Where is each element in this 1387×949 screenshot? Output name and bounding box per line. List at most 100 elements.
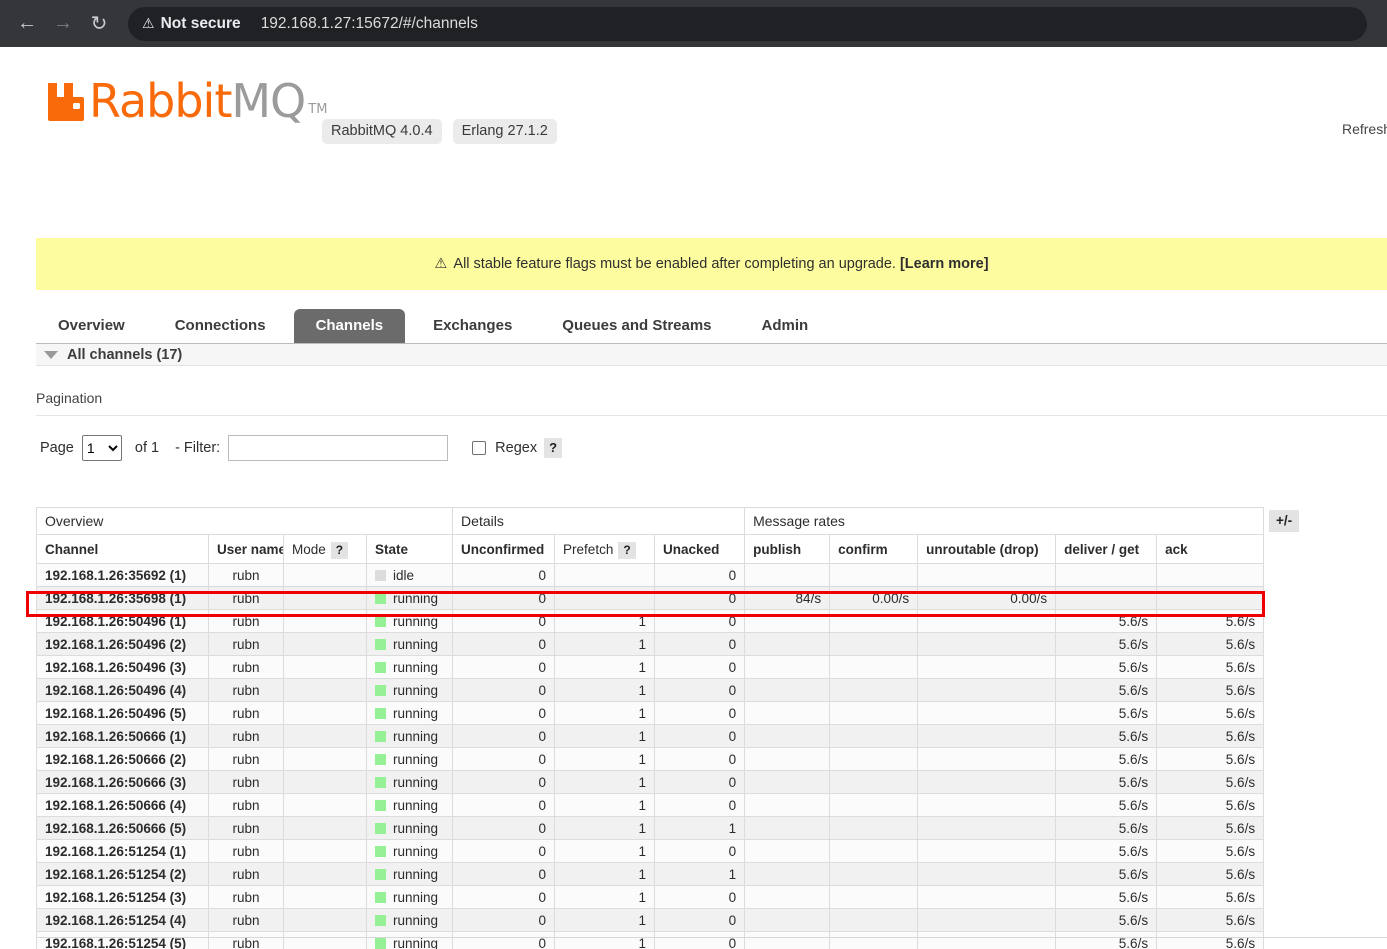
filter-input[interactable] xyxy=(228,435,449,461)
table-row[interactable]: 192.168.1.26:51254 (2) rubn running 0 1 1 5.6/… xyxy=(36,862,1265,886)
cell-confirm-rate: 0.00/s xyxy=(829,586,919,610)
table-row[interactable]: 192.168.1.26:50496 (5) rubn running 0 1 0 5.6/… xyxy=(36,701,1265,725)
cell-ack-rate: 5.6/s xyxy=(1156,655,1265,679)
col-state-label: State xyxy=(375,541,409,557)
cell-channel: 192.168.1.26:50496 (5) xyxy=(36,701,209,725)
cell-deliver-get-rate: 5.6/s xyxy=(1055,701,1158,725)
cell-publish-rate xyxy=(744,793,831,817)
cell-prefetch: 1 xyxy=(554,908,656,932)
table-row[interactable]: 192.168.1.26:50496 (1) rubn running 0 1 0 5.6/… xyxy=(36,609,1265,633)
cell-unacked: 0 xyxy=(654,609,746,633)
cell-ack-rate: 5.6/s xyxy=(1156,770,1265,794)
back-icon[interactable]: ← xyxy=(10,7,44,41)
tab-exchanges[interactable]: Exchanges xyxy=(411,309,534,343)
learn-more-link[interactable]: [Learn more] xyxy=(900,256,989,272)
col-ack[interactable]: ack xyxy=(1156,534,1265,564)
cell-unroutable-rate xyxy=(917,793,1057,817)
cell-user-name: rubn xyxy=(208,632,284,656)
rabbitmq-logo[interactable]: Rabbit MQ TM xyxy=(46,74,328,128)
triangle-down-icon[interactable] xyxy=(44,350,58,359)
cell-state: running xyxy=(365,747,454,771)
cell-ack-rate: 5.6/s xyxy=(1156,747,1265,771)
table-row[interactable]: 192.168.1.26:50666 (4) rubn running 0 1 0 5.6/… xyxy=(36,793,1265,817)
cell-state: running xyxy=(365,770,454,794)
table-row[interactable]: 192.168.1.26:50496 (2) rubn running 0 1 0 5.6/… xyxy=(36,632,1265,656)
table-row[interactable]: 192.168.1.26:51254 (1) rubn running 0 1 0 5.6/… xyxy=(36,839,1265,863)
table-row[interactable]: 192.168.1.26:35698 (1) rubn running 0 0 84/s 0… xyxy=(36,586,1265,610)
state-indicator-icon xyxy=(375,845,386,857)
cell-unroutable-rate xyxy=(917,701,1057,725)
state-indicator-icon xyxy=(375,592,386,604)
cell-confirm-rate xyxy=(829,632,919,656)
cell-prefetch: 1 xyxy=(554,839,656,863)
col-state[interactable]: State xyxy=(365,534,454,564)
cell-deliver-get-rate: 5.6/s xyxy=(1055,862,1158,886)
col-deliver-get-label: deliver / get xyxy=(1064,541,1140,557)
cell-unacked: 0 xyxy=(654,586,746,610)
cell-unroutable-rate xyxy=(917,632,1057,656)
cell-unroutable-rate xyxy=(917,563,1057,587)
cell-user-name: rubn xyxy=(208,655,284,679)
cell-unacked: 0 xyxy=(654,747,746,771)
table-row[interactable]: 192.168.1.26:50666 (2) rubn running 0 1 0 5.6/… xyxy=(36,747,1265,771)
refresh-button[interactable]: Refresh xyxy=(1342,121,1387,137)
table-row[interactable]: 192.168.1.26:50666 (5) rubn running 0 1 1 5.6/… xyxy=(36,816,1265,840)
table-row[interactable]: 192.168.1.26:50496 (3) rubn running 0 1 0 5.6/… xyxy=(36,655,1265,679)
page-select[interactable]: 1 xyxy=(81,435,122,461)
cell-deliver-get-rate: 5.6/s xyxy=(1055,632,1158,656)
col-deliver-get[interactable]: deliver / get xyxy=(1055,534,1158,564)
table-row[interactable]: 192.168.1.26:50666 (1) rubn running 0 1 0 5.6/… xyxy=(36,724,1265,748)
table-row[interactable]: 192.168.1.26:51254 (3) rubn running 0 1 0 5.6/… xyxy=(36,885,1265,909)
cell-channel: 192.168.1.26:50496 (4) xyxy=(36,678,209,702)
cell-confirm-rate xyxy=(829,885,919,909)
col-unacked[interactable]: Unacked xyxy=(654,534,746,564)
cell-state: running xyxy=(365,609,454,633)
cell-unroutable-rate xyxy=(917,885,1057,909)
cell-unroutable-rate xyxy=(917,655,1057,679)
tab-admin[interactable]: Admin xyxy=(740,309,831,343)
address-bar[interactable]: ⚠ Not secure 192.168.1.27:15672/#/channe… xyxy=(128,6,1367,41)
col-unroutable[interactable]: unroutable (drop) xyxy=(917,534,1057,564)
regex-help-icon[interactable]: ? xyxy=(544,438,563,458)
cell-channel: 192.168.1.26:50496 (2) xyxy=(36,632,209,656)
col-channel[interactable]: Channel xyxy=(36,534,209,564)
tab-channels[interactable]: Channels xyxy=(293,309,406,343)
table-row[interactable]: 192.168.1.26:51254 (4) rubn running 0 1 0 5.6/… xyxy=(36,908,1265,932)
tab-connections[interactable]: Connections xyxy=(153,309,288,343)
cell-mode xyxy=(283,862,367,886)
cell-prefetch xyxy=(554,586,656,610)
table-row[interactable]: 192.168.1.26:50496 (4) rubn running 0 1 0 5.6/… xyxy=(36,678,1265,702)
table-row[interactable]: 192.168.1.26:35692 (1) rubn idle 0 0 xyxy=(36,563,1265,587)
state-indicator-icon xyxy=(375,615,386,627)
cell-user-name: rubn xyxy=(208,747,284,771)
col-confirm[interactable]: confirm xyxy=(829,534,919,564)
state-label: running xyxy=(393,728,439,744)
logo-tm-mark: TM xyxy=(308,102,328,117)
col-prefetch[interactable]: Prefetch? xyxy=(554,534,656,564)
table-row[interactable]: 192.168.1.26:50666 (3) rubn running 0 1 0 5.6/… xyxy=(36,770,1265,794)
cell-unroutable-rate xyxy=(917,839,1057,863)
cell-mode xyxy=(283,586,367,610)
cell-ack-rate xyxy=(1156,563,1265,587)
col-publish[interactable]: publish xyxy=(744,534,831,564)
cell-channel: 192.168.1.26:51254 (4) xyxy=(36,908,209,932)
regex-checkbox[interactable] xyxy=(472,441,487,455)
tab-overview[interactable]: Overview xyxy=(36,309,147,343)
security-status[interactable]: ⚠ Not secure xyxy=(142,15,241,33)
all-channels-section-header[interactable]: All channels (17) xyxy=(36,344,1387,366)
mode-help-icon[interactable]: ? xyxy=(330,541,349,559)
col-mode[interactable]: Mode? xyxy=(283,534,367,564)
cell-mode xyxy=(283,609,367,633)
cell-confirm-rate xyxy=(829,609,919,633)
col-unconfirmed[interactable]: Unconfirmed xyxy=(452,534,556,564)
prefetch-help-icon[interactable]: ? xyxy=(618,541,636,559)
forward-icon[interactable]: → xyxy=(46,7,80,41)
cell-unroutable-rate: 0.00/s xyxy=(917,586,1057,610)
tab-queues-and-streams[interactable]: Queues and Streams xyxy=(540,309,733,343)
cell-mode xyxy=(283,816,367,840)
logo-rabbit-text: Rabbit xyxy=(89,74,232,128)
reload-icon[interactable]: ↻ xyxy=(82,7,116,41)
col-user-name[interactable]: User name xyxy=(208,534,284,564)
columns-toggle-button[interactable]: +/- xyxy=(1269,510,1300,532)
cell-publish-rate xyxy=(744,816,831,840)
